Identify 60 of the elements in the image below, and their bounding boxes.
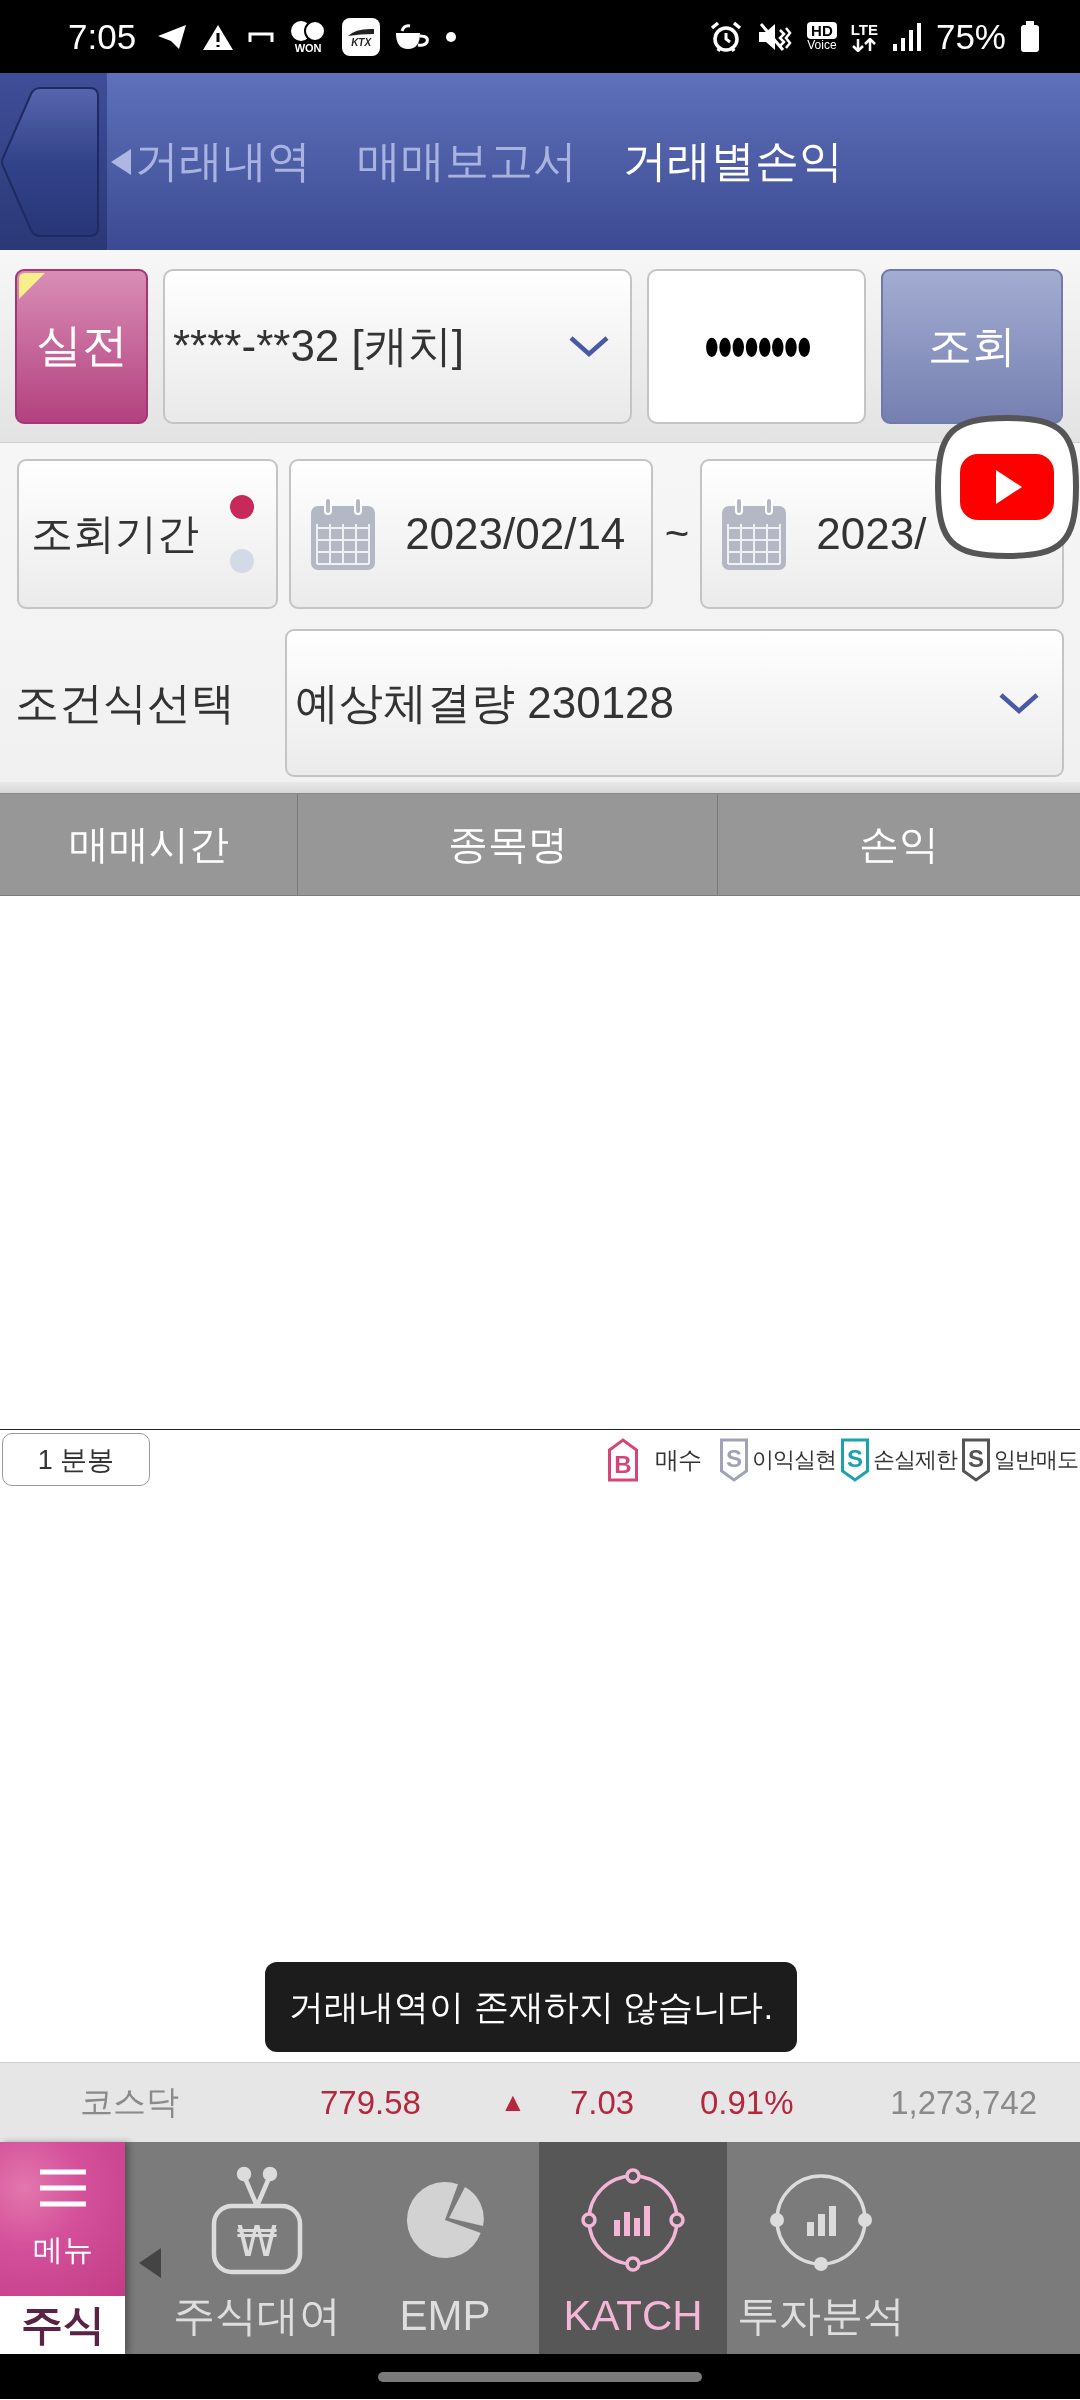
nav-item[interactable]: KATCH bbox=[539, 2142, 727, 2354]
interval-button[interactable]: 1 분봉 bbox=[2, 1433, 150, 1486]
mode-button[interactable]: 실전 bbox=[15, 268, 148, 424]
period-toggle[interactable]: 조회기간 bbox=[17, 459, 279, 609]
header-tab[interactable]: 거래별손익 bbox=[623, 122, 843, 201]
hd-badge: HD bbox=[807, 21, 837, 39]
section-tab[interactable]: 주식 bbox=[0, 2296, 125, 2354]
bracket-icon bbox=[248, 30, 275, 43]
index-change: 7.03 bbox=[570, 2083, 636, 2122]
tag-icon: S bbox=[961, 1437, 991, 1482]
pie-chart-icon bbox=[405, 2180, 485, 2260]
home-indicator[interactable] bbox=[378, 2371, 702, 2382]
dot-icon bbox=[446, 31, 457, 42]
voice-label: Voice bbox=[807, 38, 837, 52]
change-rate: 0.91% bbox=[700, 2083, 795, 2122]
condition-dropdown[interactable]: 예상체결량 230128 bbox=[285, 629, 1064, 777]
train-app-icon: KTX bbox=[342, 17, 381, 56]
index-name: 코스닥 bbox=[80, 2082, 180, 2122]
video-bubble-icon[interactable] bbox=[934, 414, 1080, 560]
account-dropdown[interactable]: ****-**32 [캐치] bbox=[163, 268, 632, 424]
tag-icon: S bbox=[719, 1437, 749, 1482]
left-triangle-icon bbox=[109, 146, 133, 177]
column-header: 종목명 bbox=[298, 794, 718, 895]
date-field[interactable]: 2023/02/14 bbox=[289, 459, 653, 609]
signal-icon bbox=[891, 21, 922, 52]
trade-volume: 1,273,742 bbox=[889, 2083, 1037, 2122]
change-arrow: ▲ bbox=[500, 2087, 527, 2118]
condition-label: 조건식선택 bbox=[15, 676, 236, 729]
calendar-icon bbox=[309, 496, 378, 572]
menu-button[interactable]: 메뉴 bbox=[0, 2142, 125, 2296]
battery-icon bbox=[1020, 20, 1040, 53]
range-separator: ~ bbox=[664, 510, 690, 558]
chart-ring-icon bbox=[581, 2168, 685, 2272]
column-header: 매매시간 bbox=[0, 794, 298, 895]
chevron-down-icon bbox=[998, 691, 1040, 715]
battery-percentage: 75% bbox=[935, 16, 1006, 57]
tag-icon: B bbox=[607, 1437, 639, 1482]
legend-label: 이익실현 bbox=[752, 1445, 836, 1474]
tag-icon: S bbox=[840, 1437, 870, 1482]
paper-plane-icon bbox=[156, 22, 189, 51]
index-value: 779.58 bbox=[320, 2083, 422, 2122]
legend-label: 손실제한 bbox=[873, 1445, 957, 1474]
nav-item[interactable]: EMP bbox=[351, 2142, 539, 2354]
nav-item[interactable]: ₩ 주식대여 bbox=[163, 2142, 351, 2354]
data-arrows-icon bbox=[851, 37, 878, 52]
alarm-icon bbox=[709, 19, 744, 54]
corner-marker-icon bbox=[19, 272, 45, 299]
column-header: 손익 bbox=[858, 821, 940, 868]
clock-time: 7:05 bbox=[68, 16, 137, 57]
toast-message: 거래내역이 존재하지 않습니다. bbox=[265, 1962, 798, 2052]
password-field[interactable]: ●●●●●●●● bbox=[647, 268, 866, 424]
chevron-down-icon bbox=[568, 334, 610, 358]
legend-label: 일반매도 bbox=[994, 1445, 1078, 1474]
menu-icon bbox=[37, 2167, 88, 2208]
calendar-icon bbox=[720, 496, 789, 572]
legend-label: 매수 bbox=[655, 1444, 701, 1475]
nav-item[interactable]: 투자분석 bbox=[727, 2142, 915, 2354]
mute-icon bbox=[757, 20, 794, 53]
back-button[interactable] bbox=[0, 73, 107, 250]
network-type-label: LTE bbox=[850, 21, 878, 38]
